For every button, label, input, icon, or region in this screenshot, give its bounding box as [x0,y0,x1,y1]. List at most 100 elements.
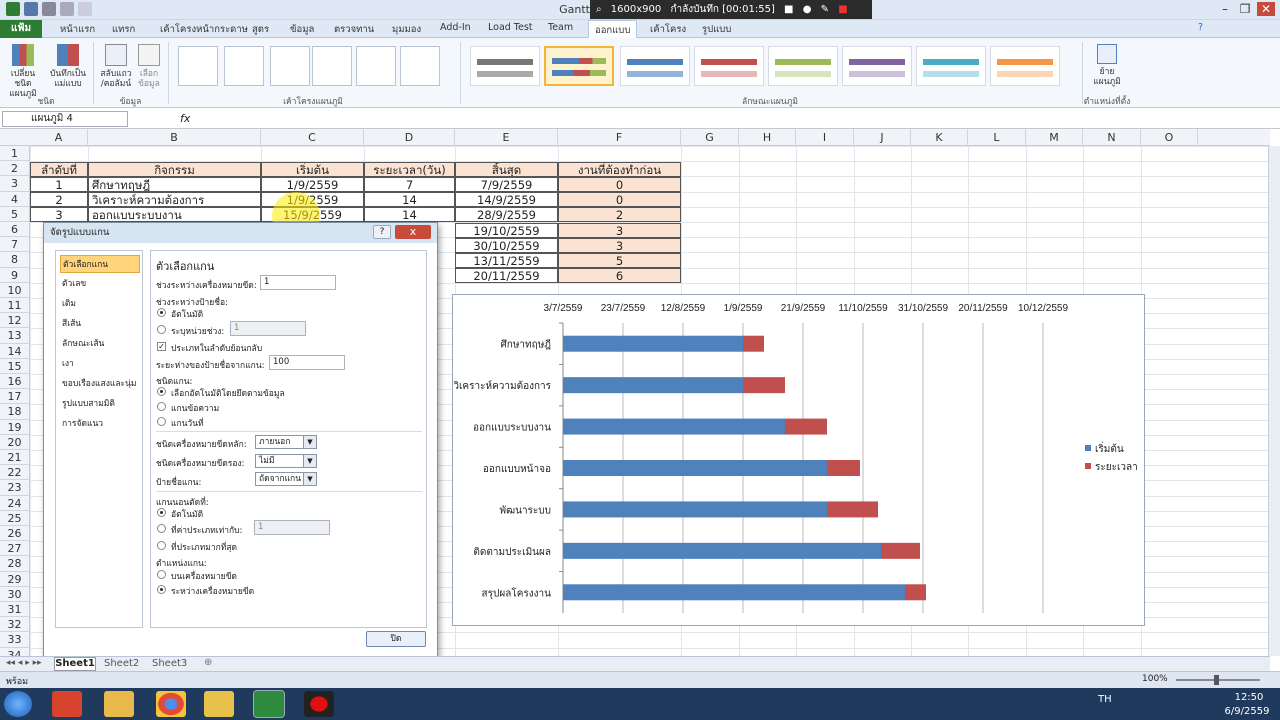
column-header[interactable]: J [854,129,911,146]
chart-style-8[interactable] [990,46,1060,86]
row-header[interactable]: 16 [0,374,30,390]
column-header[interactable]: N [1083,129,1141,146]
data-cell[interactable]: ออกแบบระบบงาน [88,207,261,223]
row-header[interactable]: 11 [0,298,30,314]
row-header[interactable]: 13 [0,328,30,344]
chart-style-1[interactable] [470,46,540,86]
chart-layout-4[interactable] [312,46,352,86]
data-cell[interactable]: 2 [558,207,681,223]
tab-team[interactable]: Team [548,22,573,33]
chart-layout-3[interactable] [270,46,310,86]
row-header[interactable]: 25 [0,510,30,526]
row-header[interactable]: 33 [0,632,30,648]
zoom-icon[interactable]: ⌕ [596,4,602,15]
pos-between-radio[interactable] [157,585,166,594]
column-header[interactable]: E [455,129,558,146]
column-header[interactable]: F [558,129,681,146]
chart-layout-6[interactable] [400,46,440,86]
nav-line-color[interactable]: สีเส้น [60,315,140,333]
nav-fill[interactable]: เติม [60,295,140,313]
chart-style-2-selected[interactable] [544,46,614,86]
header-cell[interactable]: เริ่มต้น [261,161,364,177]
select-data-button[interactable]: เลือก ข้อมูล [136,44,162,89]
data-cell[interactable]: วิเคราะห์ความต้องการ [88,192,261,208]
close-window-icon[interactable]: ✕ [1257,2,1275,16]
chart-layout-2[interactable] [224,46,264,86]
row-header[interactable]: 30 [0,586,30,602]
file-explorer-icon[interactable] [104,691,134,717]
row-header[interactable]: 26 [0,526,30,542]
column-header[interactable]: G [681,129,739,146]
sheet-tab-3[interactable]: Sheet3 [152,658,187,669]
header-cell[interactable]: งานที่ต้องทำก่อน [558,161,681,177]
dialog-help-button[interactable]: ? [373,225,391,239]
row-header[interactable]: 10 [0,282,30,298]
cross-at-input[interactable]: 1 [254,520,330,535]
chart-layout-5[interactable] [356,46,396,86]
horizontal-scrollbar[interactable] [760,656,1270,671]
dialog-ok-button[interactable]: ปิด [366,631,426,647]
vertical-scrollbar[interactable] [1268,146,1280,656]
row-header[interactable]: 31 [0,602,30,618]
data-cell[interactable]: ศึกษาทฤษฎี [88,176,261,192]
tab-view[interactable]: มุมมอง [392,22,421,37]
tab-formulas[interactable]: สูตร [252,22,269,37]
nav-glow[interactable]: ขอบเรืองแสงและนุ่ม [60,375,140,393]
axis-text-radio[interactable] [157,402,166,411]
data-cell[interactable]: 7/9/2559 [455,176,558,192]
data-cell[interactable]: 0 [558,176,681,192]
header-cell[interactable]: ลำดับที่ [30,161,88,177]
column-header[interactable]: A [30,129,88,146]
row-header[interactable]: 20 [0,434,30,450]
chrome-icon[interactable] [156,691,186,717]
column-header[interactable]: K [911,129,968,146]
row-header[interactable]: 21 [0,450,30,466]
nav-line-style[interactable]: ลักษณะเส้น [60,335,140,353]
recorder-taskbar-icon[interactable] [304,691,334,717]
sheet-tab-1[interactable]: Sheet1 [54,657,96,671]
tab-chart-layout[interactable]: เค้าโครง [650,22,686,37]
chart-layout-1[interactable] [178,46,218,86]
row-header[interactable]: 12 [0,313,30,329]
chart-style-4[interactable] [694,46,764,86]
gantt-chart[interactable]: 3/7/2559 23/7/2559 12/8/2559 1/9/2559 21/9/2… [452,294,1145,626]
label-interval-auto-radio[interactable] [157,308,166,317]
column-header[interactable]: C [261,129,364,146]
switch-row-column-button[interactable]: สลับแถว /คอลัมน์ [98,44,134,89]
row-header[interactable]: 29 [0,571,30,587]
change-chart-type-button[interactable]: เปลี่ยนชนิด แผนภูมิ [6,44,40,99]
tab-addin[interactable]: Add-In [440,22,471,33]
sheet-tab-2[interactable]: Sheet2 [104,658,139,669]
stop-icon[interactable]: ■ [838,4,847,15]
new-sheet-icon[interactable]: ⊕ [204,657,212,668]
tab-data[interactable]: ข้อมูล [290,22,314,37]
data-cell[interactable]: 7 [364,176,455,192]
dialog-close-button[interactable]: x [395,225,431,239]
data-cell[interactable]: 5 [558,252,681,268]
data-cell[interactable]: 2 [30,192,88,208]
data-cell[interactable]: 14 [364,207,455,223]
data-cell[interactable]: 1 [30,176,88,192]
nav-shadow[interactable]: เงา [60,355,140,373]
row-header[interactable]: 8 [0,252,30,268]
cross-at-radio[interactable] [157,524,166,533]
data-cell[interactable]: 14 [364,192,455,208]
header-cell[interactable]: สิ้นสุด [455,161,558,177]
row-header[interactable]: 19 [0,419,30,435]
row-header[interactable]: 14 [0,343,30,359]
data-cell[interactable]: 0 [558,192,681,208]
paint-icon[interactable] [204,691,234,717]
axis-labels-select[interactable]: ถัดจากแกน [255,472,317,486]
data-cell[interactable]: 13/11/2559 [455,252,558,268]
nav-alignment[interactable]: การจัดแนว [60,415,140,433]
chart-style-7[interactable] [916,46,986,86]
nav-3d-format[interactable]: รูปแบบสามมิติ [60,395,140,413]
specify-unit-input[interactable]: 1 [230,321,306,336]
tab-loadtest[interactable]: Load Test [488,22,533,33]
chart-style-5[interactable] [768,46,838,86]
label-distance-input[interactable]: 100 [269,355,345,370]
row-header[interactable]: 5 [0,206,30,222]
row-header[interactable]: 28 [0,556,30,572]
nav-axis-options[interactable]: ตัวเลือกแกน [60,255,140,273]
tab-format[interactable]: รูปแบบ [702,22,731,37]
